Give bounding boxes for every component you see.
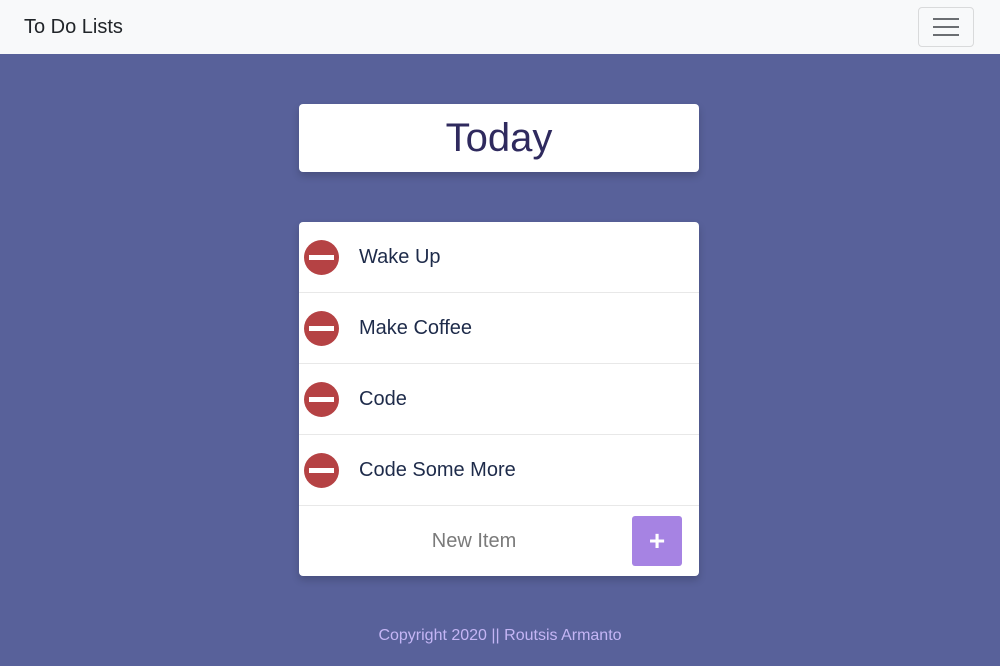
add-item-button[interactable]: +: [632, 516, 682, 566]
navbar: To Do Lists: [0, 0, 1000, 54]
list-item-label: Make Coffee: [359, 316, 473, 339]
list-item: Code: [299, 364, 699, 435]
list-item-label: Wake Up: [359, 245, 441, 268]
hamburger-menu-icon-bar: [933, 26, 959, 28]
list-item: Code Some More: [299, 435, 699, 506]
remove-item-button[interactable]: [304, 452, 339, 488]
footer-copyright: Copyright 2020 || Routsis Armanto: [378, 627, 622, 644]
list-item-label: Code: [359, 387, 407, 410]
list-item-label: Code Some More: [359, 458, 516, 481]
remove-item-button[interactable]: [304, 381, 339, 417]
list-item: Wake Up: [299, 222, 699, 293]
remove-item-button[interactable]: [304, 310, 339, 346]
remove-item-button[interactable]: [304, 239, 339, 275]
todo-list: Wake Up Make Coffee Code Code Some More …: [299, 222, 699, 576]
hamburger-menu-icon: [933, 18, 959, 20]
navbar-brand[interactable]: To Do Lists: [24, 16, 123, 39]
list-title-box: Today: [299, 104, 699, 172]
navbar-toggler-button[interactable]: [918, 7, 974, 47]
list-title: Today: [445, 115, 553, 160]
new-item-input[interactable]: [299, 506, 649, 576]
list-item: Make Coffee: [299, 293, 699, 364]
new-item-form: +: [299, 506, 699, 576]
hamburger-menu-icon-bar: [933, 34, 959, 36]
